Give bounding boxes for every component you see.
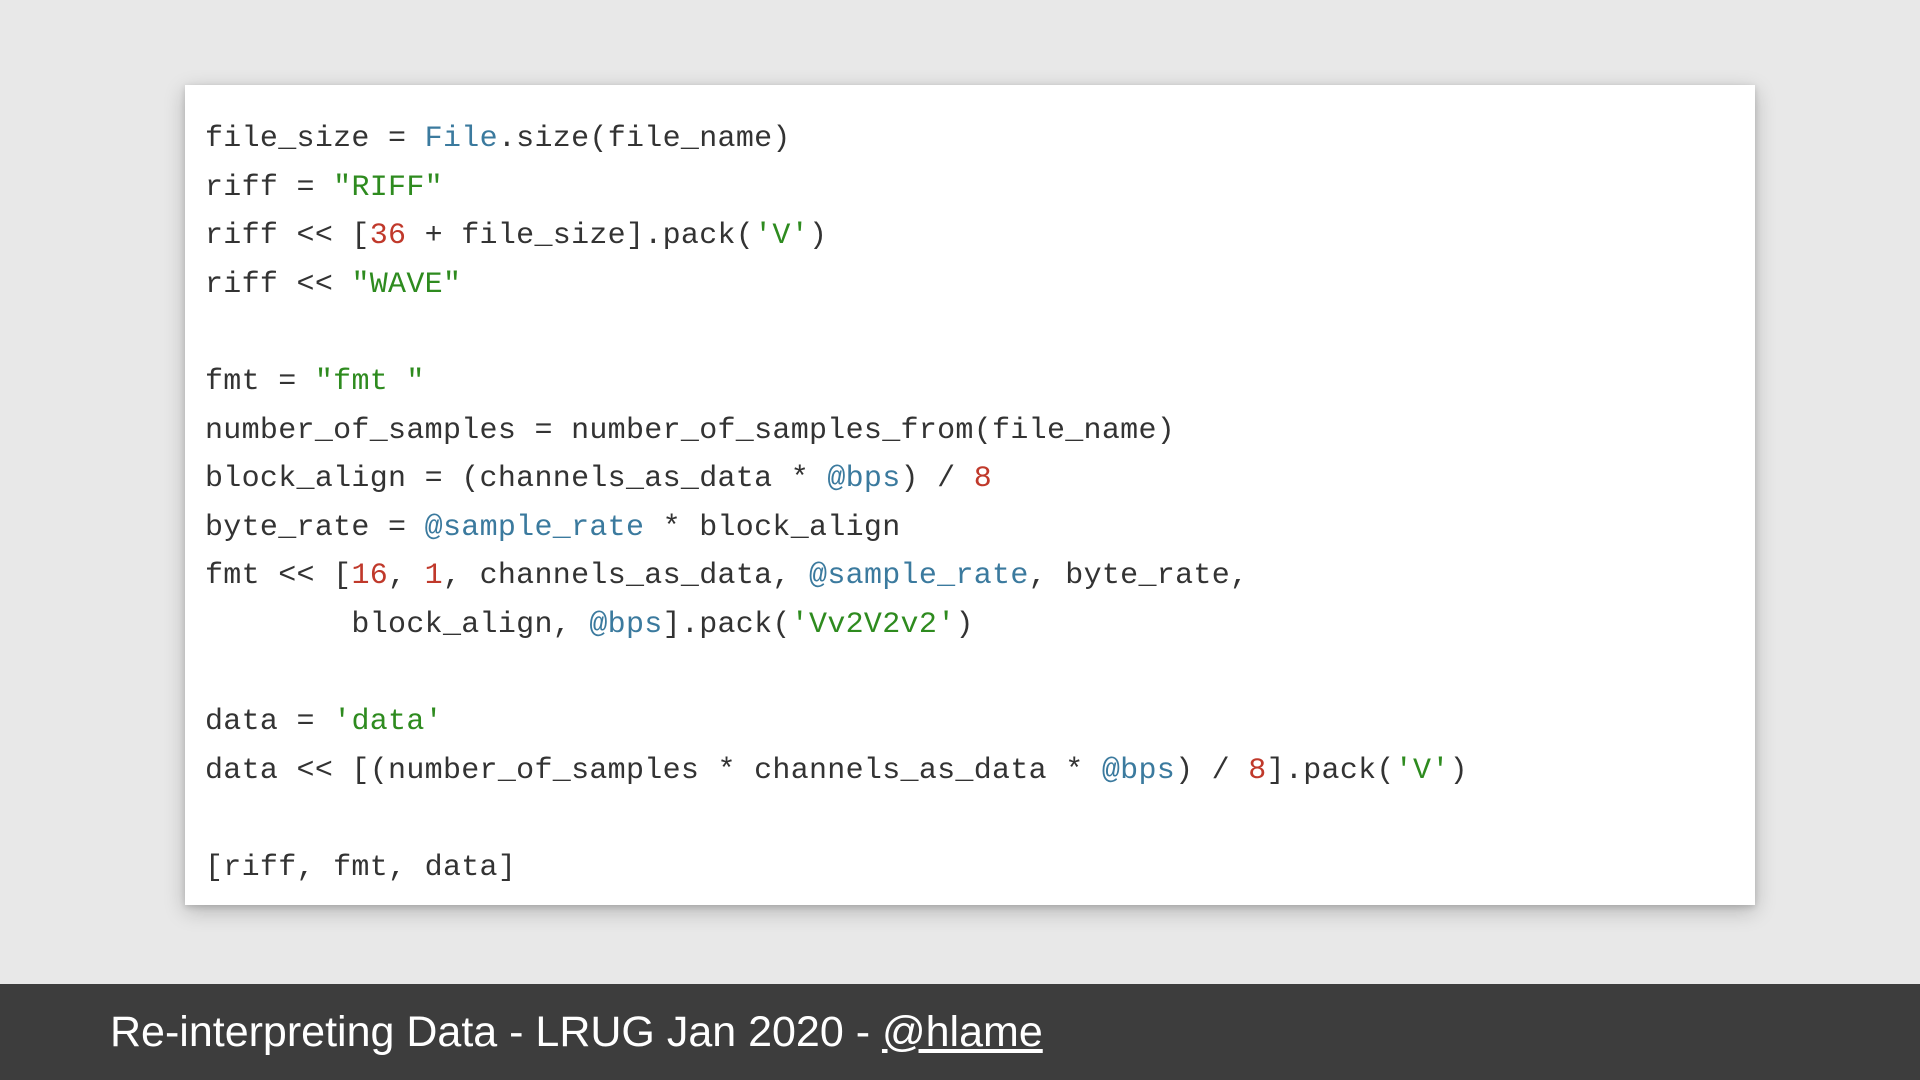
- code-block: file_size = File.size(file_name) riff = …: [205, 115, 1735, 893]
- code-line-1: file_size = File.size(file_name): [205, 122, 791, 156]
- footer-handle-link[interactable]: @hlame: [882, 1008, 1043, 1056]
- footer-bar: Re-interpreting Data - LRUG Jan 2020 - @…: [0, 984, 1920, 1080]
- code-line-13: data = 'data': [205, 705, 443, 739]
- code-line-3: riff << [36 + file_size].pack('V'): [205, 219, 827, 253]
- code-line-7: number_of_samples = number_of_samples_fr…: [205, 414, 1175, 448]
- code-line-9: byte_rate = @sample_rate * block_align: [205, 511, 901, 545]
- code-line-10: fmt << [16, 1, channels_as_data, @sample…: [205, 559, 1248, 593]
- code-line-14: data << [(number_of_samples * channels_a…: [205, 754, 1468, 788]
- code-line-16: [riff, fmt, data]: [205, 851, 516, 885]
- code-line-6: fmt = "fmt ": [205, 365, 425, 399]
- slide-card: file_size = File.size(file_name) riff = …: [185, 85, 1755, 905]
- footer-text: Re-interpreting Data - LRUG Jan 2020 - @…: [110, 1008, 1043, 1057]
- code-line-4: riff << "WAVE": [205, 268, 461, 302]
- code-line-2: riff = "RIFF": [205, 171, 443, 205]
- code-line-11: block_align, @bps].pack('Vv2V2v2'): [205, 608, 974, 642]
- footer-prefix: Re-interpreting Data - LRUG Jan 2020 -: [110, 1008, 882, 1056]
- code-line-8: block_align = (channels_as_data * @bps) …: [205, 462, 992, 496]
